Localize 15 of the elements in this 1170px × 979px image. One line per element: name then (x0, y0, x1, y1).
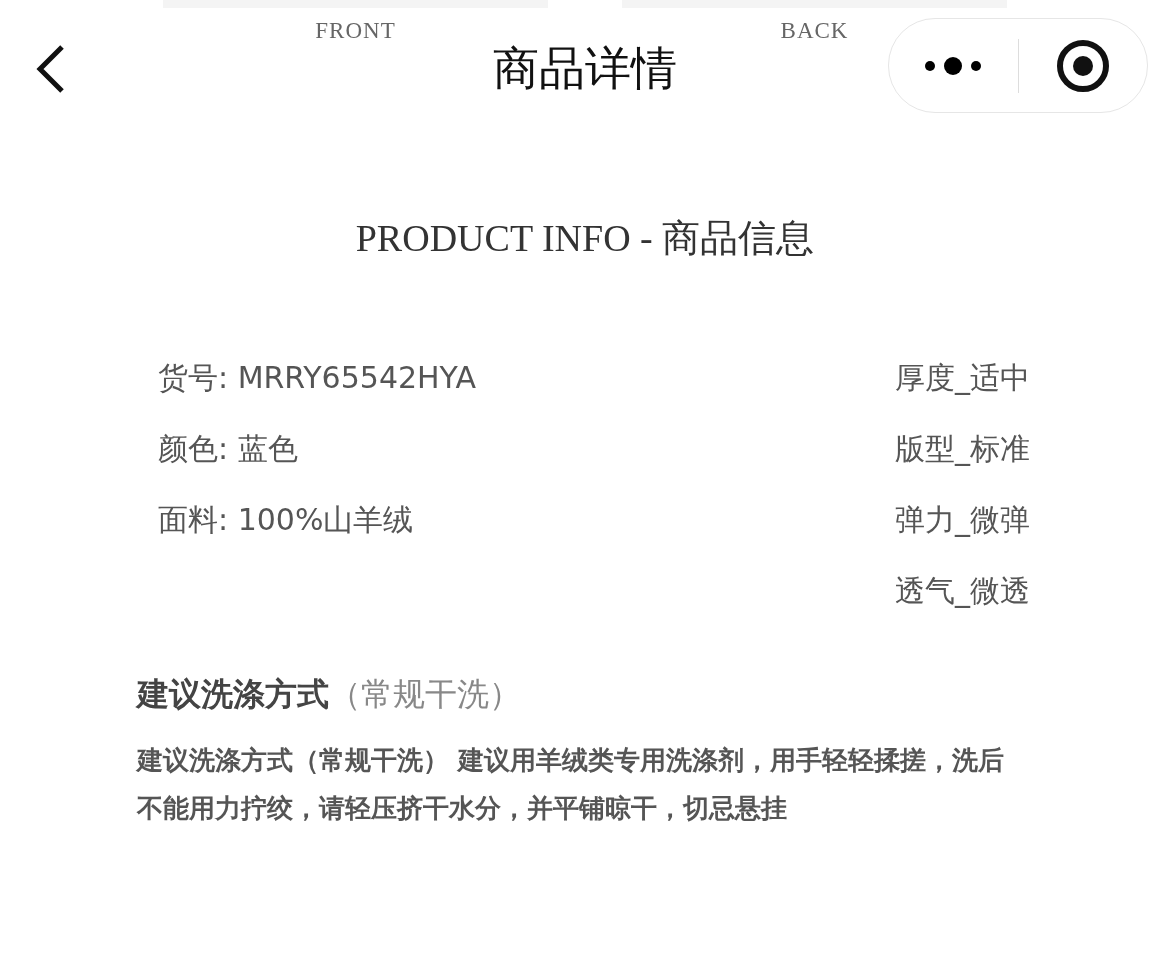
spec-text: 厚度_适中 (895, 359, 1030, 397)
spec-text: 货号: MRRY65542HYA (158, 359, 477, 397)
spec-text: 透气_微透 (895, 572, 1030, 610)
spec-text: 面料: 100%山羊绒 (158, 501, 415, 539)
page-title: 商品详情 (493, 41, 677, 95)
care-text: 建议洗涤方式（常规干洗） 建议用羊绒类专用洗涤剂，用手轻轻揉搓，洗后不能用力拧绞，请轻压挤干水分，并平铺晾干，切忌悬挂 (137, 744, 1005, 825)
care-heading: 建议洗涤方式（常规干洗） (137, 674, 522, 715)
spec-text: 版型_标准 (895, 430, 1030, 468)
view-label: BACK (780, 18, 849, 44)
view-label: FRONT (315, 18, 396, 44)
spec-text: 颜色: 蓝色 (158, 430, 299, 468)
spec-text: 弹力_微弹 (895, 501, 1030, 539)
more-icon (924, 55, 983, 76)
section-title: PRODUCT INFO - 商品信息 (354, 216, 816, 261)
target-icon (1055, 38, 1110, 93)
